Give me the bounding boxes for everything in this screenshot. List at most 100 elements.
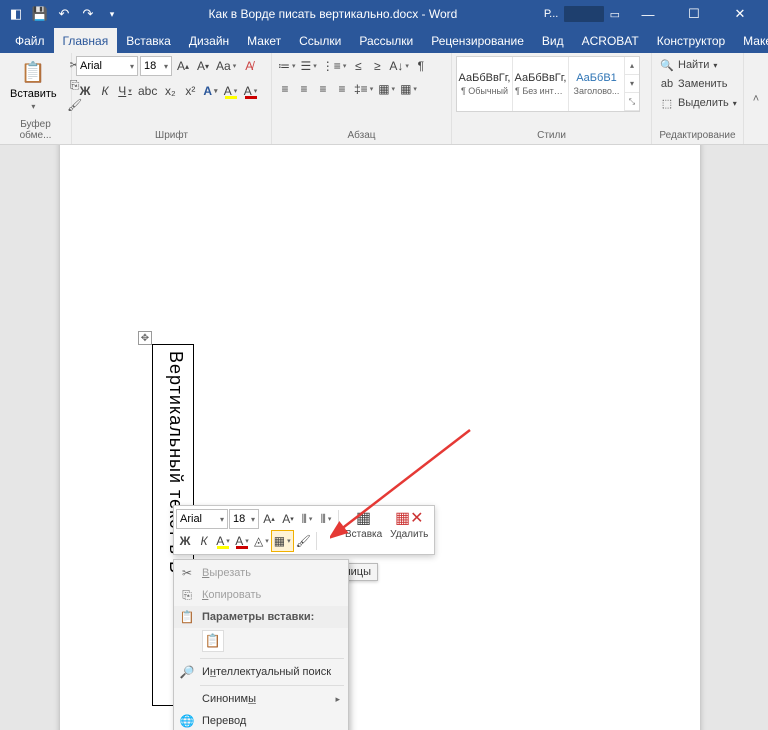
mini-highlight[interactable]: A (214, 531, 232, 551)
group-clipboard: 📋 Вставить ▾ ✂ ⎘ 🖌 Буфер обме... (0, 53, 72, 144)
superscript-button[interactable]: x² (181, 81, 199, 101)
multilevel-button[interactable]: ⋮≡ (320, 56, 349, 76)
ctx-paste-options: 📋 (174, 628, 348, 656)
styles-gallery[interactable]: АаБбВвГг, ¶ Обычный АаБбВвГг, ¶ Без инте… (456, 56, 640, 112)
document-area: ✥ Вертикальный текст в В Arial▾ 18▾ A▴ A… (0, 145, 768, 730)
group-styles: АаБбВвГг, ¶ Обычный АаБбВвГг, ¶ Без инте… (452, 53, 652, 144)
save-button[interactable]: 💾 (30, 4, 50, 24)
mini-align[interactable]: ⦀ (298, 509, 316, 529)
tab-file[interactable]: Файл (6, 28, 54, 53)
mini-bold[interactable]: Ж (176, 531, 194, 551)
shrink-font-button[interactable]: A▾ (194, 56, 212, 76)
ctx-copy[interactable]: ⎘Копировать (174, 584, 348, 606)
redo-button[interactable]: ↷ (78, 4, 98, 24)
group-clipboard-label: Буфер обме... (4, 117, 67, 144)
document-title: Как в Ворде писать вертикально.docx - Wo… (122, 7, 544, 21)
style-no-spacing[interactable]: АаБбВвГг, ¶ Без инте... (513, 57, 569, 111)
style-heading1[interactable]: АаБбВ1 Заголово... (569, 57, 625, 111)
tab-references[interactable]: Ссылки (290, 28, 350, 53)
tab-acrobat[interactable]: ACROBAT (573, 28, 648, 53)
group-paragraph-label: Абзац (276, 128, 447, 144)
align-right-button[interactable]: ≡ (314, 79, 332, 99)
change-case-button[interactable]: Aa (214, 56, 238, 76)
mini-delete-button[interactable]: ▦✕Удалить (386, 508, 432, 552)
mini-borders-button[interactable]: ▦ (272, 531, 293, 551)
font-name-combo[interactable]: Arial▾ (76, 56, 138, 76)
mini-grow-font[interactable]: A▴ (260, 509, 278, 529)
group-editing-label: Редактирование (656, 128, 739, 144)
align-center-button[interactable]: ≡ (295, 79, 313, 99)
quick-access-toolbar: ◧ 💾 ↶ ↷ ▾ (6, 4, 122, 24)
mini-format-painter[interactable]: 🖌 (294, 531, 313, 551)
ctx-translate[interactable]: 🌐Перевод (174, 710, 348, 730)
undo-button[interactable]: ↶ (54, 4, 74, 24)
mini-insert-button[interactable]: ▦Вставка (341, 508, 386, 552)
table-move-handle[interactable]: ✥ (138, 331, 152, 345)
show-marks-button[interactable]: ¶ (412, 56, 430, 76)
tab-home[interactable]: Главная (54, 28, 118, 53)
font-color-button[interactable]: A (242, 81, 260, 101)
paste-option-icon[interactable]: 📋 (202, 630, 224, 652)
mini-shading[interactable]: ◬ (252, 531, 271, 551)
qat-customize[interactable]: ▾ (102, 4, 122, 24)
decrease-indent-button[interactable]: ≤ (349, 56, 367, 76)
ctx-smart-lookup[interactable]: 🔎Интеллектуальный поиск (174, 661, 348, 683)
context-menu: ✂Вырезать ⎘Копировать 📋Параметры вставки… (173, 559, 349, 730)
sort-button[interactable]: A↓ (387, 56, 411, 76)
styles-down-icon[interactable]: ▾ (625, 75, 639, 93)
group-editing: 🔍Найти▾ abЗаменить ⬚Выделить▾ Редактиров… (652, 53, 744, 144)
tab-design[interactable]: Дизайн (180, 28, 238, 53)
tab-view[interactable]: Вид (533, 28, 573, 53)
styles-up-icon[interactable]: ▴ (625, 57, 639, 75)
line-spacing-button[interactable]: ‡≡ (352, 79, 375, 99)
underline-button[interactable]: Ч (116, 81, 134, 101)
maximize-button[interactable]: ☐ (672, 0, 716, 28)
mini-size-combo[interactable]: 18▾ (229, 509, 259, 529)
increase-indent-button[interactable]: ≥ (368, 56, 386, 76)
style-normal[interactable]: АаБбВвГг, ¶ Обычный (457, 57, 513, 111)
minimize-button[interactable]: — (626, 0, 670, 28)
mini-italic[interactable]: К (195, 531, 213, 551)
font-size-combo[interactable]: 18▾ (140, 56, 172, 76)
bullets-button[interactable]: ≔ (276, 56, 298, 76)
tab-mailings[interactable]: Рассылки (350, 28, 422, 53)
grow-font-button[interactable]: A▴ (174, 56, 192, 76)
select-button[interactable]: ⬚Выделить▾ (656, 94, 741, 112)
tab-table-layout[interactable]: Макет (734, 28, 768, 53)
styles-more-icon[interactable]: ⤡ (625, 93, 639, 111)
group-styles-label: Стили (456, 128, 647, 144)
mini-toolbar: Arial▾ 18▾ A▴ A▾ ⦀ ⦀ Ж К A A ◬ ▦ 🖌 (173, 505, 435, 555)
ribbon-display-icon[interactable]: ▭ (610, 8, 620, 21)
paste-button[interactable]: 📋 Вставить ▾ (4, 56, 63, 113)
group-paragraph: ≔ ☰ ⋮≡ ≤ ≥ A↓ ¶ ≡ ≡ ≡ ≡ ‡≡ ▦ ▦ Абзац (272, 53, 452, 144)
tab-insert[interactable]: Вставка (117, 28, 180, 53)
tab-table-design[interactable]: Конструктор (648, 28, 734, 53)
close-button[interactable]: ✕ (718, 0, 762, 28)
ctx-synonyms[interactable]: Синонимы▸ (174, 688, 348, 710)
justify-button[interactable]: ≡ (333, 79, 351, 99)
bold-button[interactable]: Ж (76, 81, 94, 101)
mini-font-color[interactable]: A (233, 531, 251, 551)
text-effects-button[interactable]: A (201, 81, 219, 101)
title-extra: Р... ▭ (544, 6, 620, 22)
clear-format-button[interactable]: A̸ (240, 56, 258, 76)
word-icon[interactable]: ◧ (6, 4, 26, 24)
strike-button[interactable]: abc (136, 81, 159, 101)
align-left-button[interactable]: ≡ (276, 79, 294, 99)
collapse-ribbon-button[interactable]: ˄ (744, 53, 768, 144)
mini-font-combo[interactable]: Arial▾ (176, 509, 228, 529)
tab-layout[interactable]: Макет (238, 28, 290, 53)
mini-shrink-font[interactable]: A▾ (279, 509, 297, 529)
shading-button[interactable]: ▦ (376, 79, 397, 99)
numbering-button[interactable]: ☰ (299, 56, 319, 76)
highlight-button[interactable]: A (222, 81, 240, 101)
subscript-button[interactable]: x₂ (161, 81, 179, 101)
replace-button[interactable]: abЗаменить (656, 75, 731, 93)
find-button[interactable]: 🔍Найти▾ (656, 56, 721, 74)
account-box[interactable] (564, 6, 603, 22)
mini-spacing[interactable]: ⦀ (317, 509, 335, 529)
ctx-cut[interactable]: ✂Вырезать (174, 562, 348, 584)
tab-review[interactable]: Рецензирование (422, 28, 533, 53)
borders-ribbon-button[interactable]: ▦ (398, 79, 419, 99)
italic-button[interactable]: К (96, 81, 114, 101)
